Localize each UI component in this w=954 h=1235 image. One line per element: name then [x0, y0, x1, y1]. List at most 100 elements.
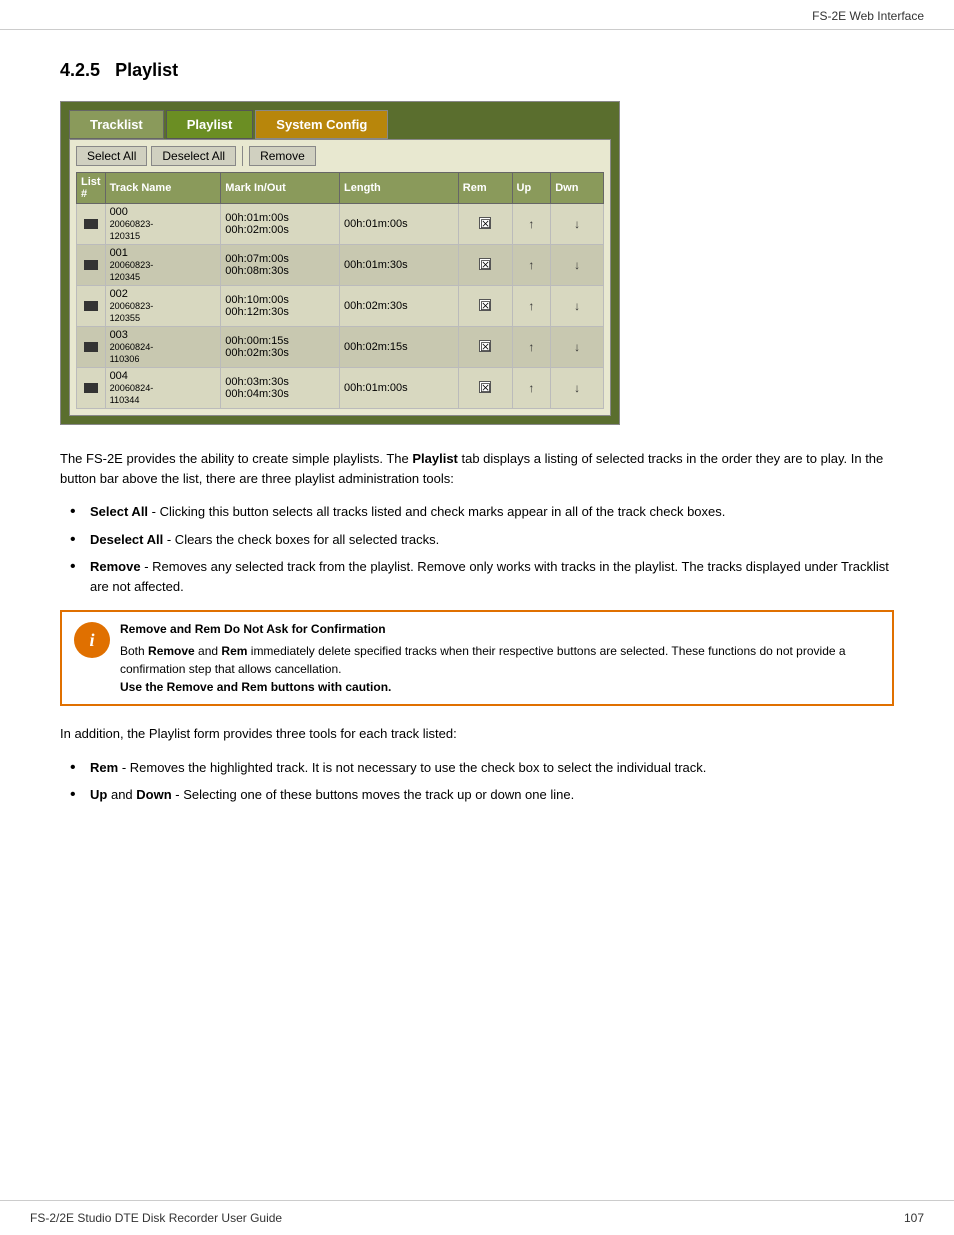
rem-label: Rem	[90, 760, 118, 775]
track-thumb	[84, 219, 98, 229]
row-length-1: 00h:01m:30s	[340, 245, 459, 286]
bullet-list-2: Rem - Removes the highlighted track. It …	[80, 758, 894, 805]
col-header-list: List#	[77, 173, 106, 204]
tab-playlist[interactable]: Playlist	[166, 110, 254, 139]
table-row: 00420060824-110344 00h:03m:30s00h:04m:30…	[77, 368, 604, 409]
up-button-2[interactable]: ↑	[528, 299, 534, 313]
col-header-up: Up	[512, 173, 551, 204]
down-button-3[interactable]: ↓	[574, 340, 580, 354]
header-title: FS-2E Web Interface	[812, 9, 924, 23]
tab-tracklist[interactable]: Tracklist	[69, 110, 164, 139]
row-dn-2[interactable]: ↓	[551, 286, 604, 327]
row-mark-3: 00h:00m:15s00h:02m:30s	[221, 327, 340, 368]
list-item: Rem - Removes the highlighted track. It …	[80, 758, 894, 778]
note-box: i Remove and Rem Do Not Ask for Confirma…	[60, 610, 894, 706]
row-rem-2[interactable]	[458, 286, 512, 327]
down-button-0[interactable]: ↓	[574, 217, 580, 231]
deselect-all-desc: - Clears the check boxes for all selecte…	[167, 532, 439, 547]
row-mark-0: 00h:01m:00s00h:02m:00s	[221, 204, 340, 245]
rem-checkbox-2[interactable]	[479, 299, 491, 311]
down-button-1[interactable]: ↓	[574, 258, 580, 272]
bullet-list-1: Select All - Clicking this button select…	[80, 502, 894, 596]
intro-paragraph: The FS-2E provides the ability to create…	[60, 449, 894, 488]
row-num-1: 00120060823-120345	[105, 245, 221, 286]
row-up-1[interactable]: ↑	[512, 245, 551, 286]
main-content: 4.2.5 Playlist Tracklist Playlist System…	[0, 30, 954, 859]
track-thumb	[84, 383, 98, 393]
row-length-2: 00h:02m:30s	[340, 286, 459, 327]
table-row: 00020060823-120315 00h:01m:00s00h:02m:00…	[77, 204, 604, 245]
deselect-all-button[interactable]: Deselect All	[151, 146, 236, 166]
down-label: Down	[136, 787, 171, 802]
list-item: Deselect All - Clears the check boxes fo…	[80, 530, 894, 550]
list-item: Up and Down - Selecting one of these but…	[80, 785, 894, 805]
row-num-2: 00220060823-120355	[105, 286, 221, 327]
row-mark-2: 00h:10m:00s00h:12m:30s	[221, 286, 340, 327]
down-button-4[interactable]: ↓	[574, 381, 580, 395]
col-header-mark: Mark In/Out	[221, 173, 340, 204]
row-dn-0[interactable]: ↓	[551, 204, 604, 245]
list-item: Remove - Removes any selected track from…	[80, 557, 894, 596]
note-line-1: Both Remove and Rem immediately delete s…	[120, 642, 880, 696]
col-header-rem: Rem	[458, 173, 512, 204]
down-button-2[interactable]: ↓	[574, 299, 580, 313]
row-rem-0[interactable]	[458, 204, 512, 245]
tab-sysconfig[interactable]: System Config	[255, 110, 388, 139]
rem-checkbox-4[interactable]	[479, 381, 491, 393]
row-rem-1[interactable]	[458, 245, 512, 286]
table-container: Select All Deselect All Remove List# Tra…	[69, 139, 611, 416]
rem-checkbox-3[interactable]	[479, 340, 491, 352]
select-all-button[interactable]: Select All	[76, 146, 147, 166]
track-thumb	[84, 301, 98, 311]
up-button-1[interactable]: ↑	[528, 258, 534, 272]
row-up-0[interactable]: ↑	[512, 204, 551, 245]
separator	[242, 146, 243, 166]
remove-desc: - Removes any selected track from the pl…	[90, 559, 889, 594]
button-bar: Select All Deselect All Remove	[76, 146, 604, 166]
rem-checkbox-0[interactable]	[479, 217, 491, 229]
remove-button[interactable]: Remove	[249, 146, 316, 166]
row-checkbox-4[interactable]	[77, 368, 106, 409]
row-checkbox-1[interactable]	[77, 245, 106, 286]
select-all-desc: - Clicking this button selects all track…	[152, 504, 726, 519]
row-rem-4[interactable]	[458, 368, 512, 409]
row-checkbox-0[interactable]	[77, 204, 106, 245]
page-footer: FS-2/2E Studio DTE Disk Recorder User Gu…	[0, 1200, 954, 1235]
and-text: and	[111, 787, 136, 802]
row-checkbox-3[interactable]	[77, 327, 106, 368]
track-thumb	[84, 260, 98, 270]
row-checkbox-2[interactable]	[77, 286, 106, 327]
select-all-label: Select All	[90, 504, 148, 519]
row-dn-4[interactable]: ↓	[551, 368, 604, 409]
note-icon: i	[74, 622, 110, 658]
ui-screenshot: Tracklist Playlist System Config Select …	[60, 101, 620, 425]
up-button-0[interactable]: ↑	[528, 217, 534, 231]
row-rem-3[interactable]	[458, 327, 512, 368]
row-mark-1: 00h:07m:00s00h:08m:30s	[221, 245, 340, 286]
tabs-row: Tracklist Playlist System Config	[69, 110, 611, 139]
track-thumb	[84, 342, 98, 352]
rem-checkbox-1[interactable]	[479, 258, 491, 270]
row-up-2[interactable]: ↑	[512, 286, 551, 327]
section-number: 4.2.5	[60, 60, 100, 80]
note-caution: Use the Remove and Rem buttons with caut…	[120, 680, 391, 694]
col-header-dwn: Dwn	[551, 173, 604, 204]
row-up-4[interactable]: ↑	[512, 368, 551, 409]
row-length-4: 00h:01m:00s	[340, 368, 459, 409]
up-button-3[interactable]: ↑	[528, 340, 534, 354]
note-title: Remove and Rem Do Not Ask for Confirmati…	[120, 620, 880, 638]
section-heading: 4.2.5 Playlist	[60, 60, 894, 81]
remove-label: Remove	[90, 559, 141, 574]
up-label: Up	[90, 787, 107, 802]
col-header-length: Length	[340, 173, 459, 204]
row-dn-3[interactable]: ↓	[551, 327, 604, 368]
row-dn-1[interactable]: ↓	[551, 245, 604, 286]
footer-title: FS-2/2E Studio DTE Disk Recorder User Gu…	[30, 1211, 282, 1225]
up-down-desc: - Selecting one of these buttons moves t…	[175, 787, 574, 802]
up-button-4[interactable]: ↑	[528, 381, 534, 395]
table-row: 00220060823-120355 00h:10m:00s00h:12m:30…	[77, 286, 604, 327]
row-up-3[interactable]: ↑	[512, 327, 551, 368]
playlist-table: List# Track Name Mark In/Out Length Rem …	[76, 172, 604, 409]
row-num-3: 00320060824-110306	[105, 327, 221, 368]
footer-page: 107	[904, 1211, 924, 1225]
